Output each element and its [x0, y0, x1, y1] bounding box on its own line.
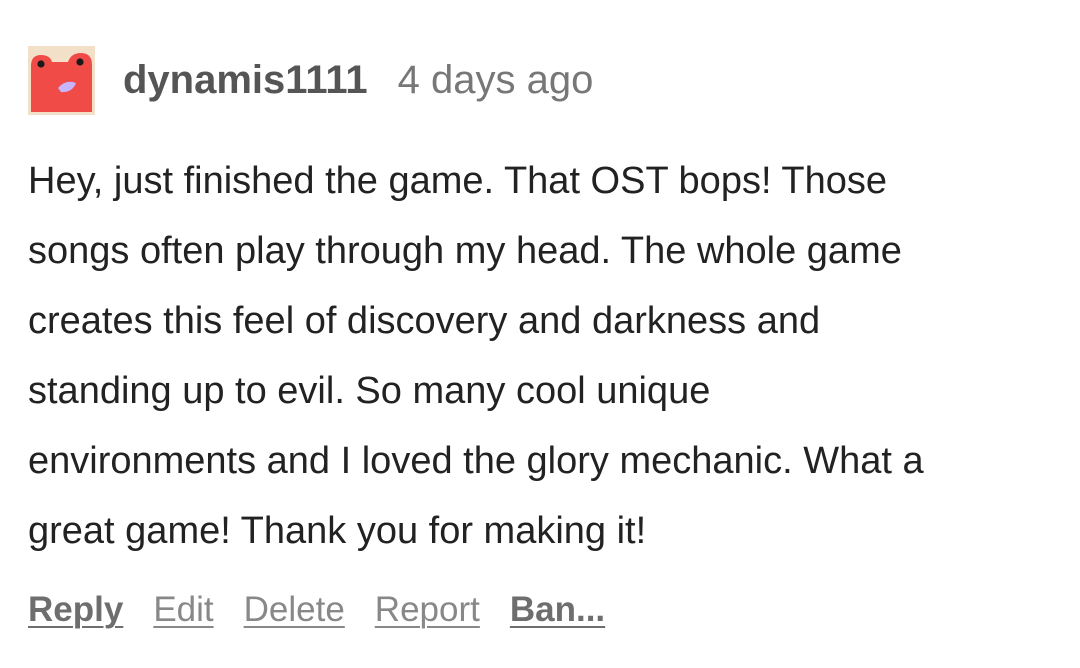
avatar[interactable]	[28, 46, 95, 115]
author-link[interactable]: dynamis1111	[123, 58, 368, 103]
delete-link[interactable]: Delete	[244, 590, 345, 630]
ban-link[interactable]: Ban...	[510, 590, 605, 630]
comment-line: creates this feel of discovery and darkn…	[28, 300, 821, 342]
comment: dynamis1111 4 days ago Hey, just finishe…	[0, 0, 1080, 668]
report-link[interactable]: Report	[375, 590, 480, 630]
comment-actions: Reply Edit Delete Report Ban...	[28, 590, 605, 630]
comment-line: environments and I loved the glory mecha…	[28, 440, 924, 482]
comment-line: standing up to evil. So many cool unique	[28, 370, 711, 412]
reply-link[interactable]: Reply	[28, 590, 123, 630]
comment-line: Hey, just finished the game. That OST bo…	[28, 160, 887, 202]
comment-body: Hey, just finished the game. That OST bo…	[28, 146, 1068, 566]
edit-link[interactable]: Edit	[153, 590, 213, 630]
comment-line: great game! Thank you for making it!	[28, 510, 647, 552]
timestamp: 4 days ago	[397, 58, 594, 102]
comment-line: songs often play through my head. The wh…	[28, 230, 902, 272]
red-frog-face-icon	[28, 46, 95, 115]
comment-header: dynamis1111 4 days ago	[123, 58, 593, 108]
